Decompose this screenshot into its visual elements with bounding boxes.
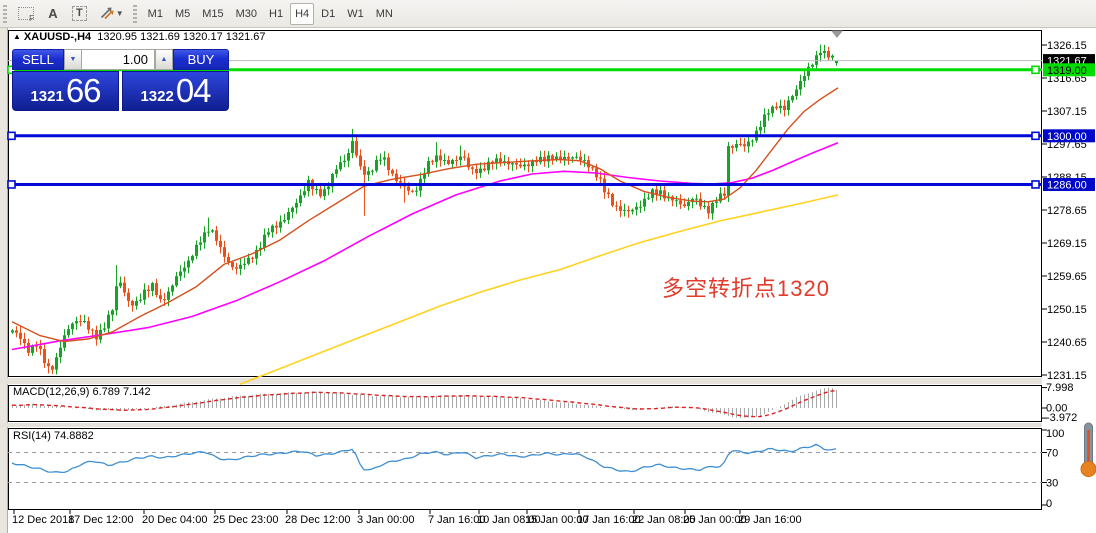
svg-text:3 Jan 00:00: 3 Jan 00:00 <box>357 514 415 526</box>
svg-text:28 Dec 12:00: 28 Dec 12:00 <box>285 514 350 526</box>
volume-input[interactable] <box>82 49 155 70</box>
svg-text:1269.15: 1269.15 <box>1047 238 1087 250</box>
symbol-ohlc-header: ▲ XAUUSD-,H4 1320.95 1321.69 1320.17 1321… <box>13 31 266 43</box>
collapse-panel-icon[interactable]: ▲ <box>13 32 21 41</box>
one-click-trading-panel: SELL ▼ ▲ BUY 1321 66 1322 04 <box>12 49 229 111</box>
svg-text:0: 0 <box>1046 498 1052 510</box>
svg-text:-3.972: -3.972 <box>1046 412 1077 424</box>
volume-decrease-button[interactable]: ▼ <box>64 49 82 70</box>
timeframe-button-d1[interactable]: D1 <box>316 3 340 25</box>
chevron-down-icon: ▼ <box>115 9 124 18</box>
timeframe-toolbar: M1 M5 M15 M30 H1 H4 D1 W1 MN <box>142 2 399 25</box>
svg-text:100: 100 <box>1046 428 1064 440</box>
chart-annotation-text: 多空转折点1320 <box>662 276 830 301</box>
timeframe-button-w1[interactable]: W1 <box>342 3 369 25</box>
label-a-button[interactable]: A <box>41 3 65 25</box>
svg-text:1240.65: 1240.65 <box>1047 337 1087 349</box>
symbol-label: XAUUSD-,H4 <box>23 31 92 43</box>
timeframe-button-m1[interactable]: M1 <box>143 3 168 25</box>
bid-price-big: 66 <box>65 72 102 109</box>
volume-increase-button[interactable]: ▲ <box>155 49 173 70</box>
sell-price-button[interactable]: 1321 66 <box>12 71 119 111</box>
timeframe-button-m5[interactable]: M5 <box>170 3 195 25</box>
toolbar-grip[interactable] <box>3 4 7 23</box>
toolbar: F A T ▼ M1 M5 M15 M30 H1 H4 D1 W1 MN <box>0 0 1096 28</box>
fibonacci-grid-button[interactable]: F <box>13 3 39 25</box>
buy-price-button[interactable]: 1322 04 <box>122 71 229 111</box>
svg-text:1231.15: 1231.15 <box>1047 370 1087 382</box>
svg-text:29 Jan 16:00: 29 Jan 16:00 <box>738 514 802 526</box>
svg-text:1319.00: 1319.00 <box>1047 65 1087 77</box>
fibonacci-grid-icon: F <box>18 7 34 23</box>
textbox-icon: T <box>72 6 87 21</box>
arrows-button[interactable]: ▼ <box>94 3 129 25</box>
svg-text:70: 70 <box>1046 448 1058 460</box>
svg-text:1278.65: 1278.65 <box>1047 205 1087 217</box>
ask-price-small: 1322 <box>140 88 174 105</box>
buy-button[interactable]: BUY <box>173 49 229 70</box>
svg-text:17 Dec 12:00: 17 Dec 12:00 <box>68 514 133 526</box>
macd-label: MACD(12,26,9) 6.789 7.142 <box>13 386 151 398</box>
svg-text:20 Dec 04:00: 20 Dec 04:00 <box>142 514 207 526</box>
svg-text:1286.00: 1286.00 <box>1047 180 1087 192</box>
timeframe-button-m15[interactable]: M15 <box>197 3 228 25</box>
textbox-button[interactable]: T <box>67 3 92 25</box>
timeframe-button-h4[interactable]: H4 <box>290 2 315 25</box>
svg-text:1300.00: 1300.00 <box>1047 131 1087 143</box>
svg-text:1307.15: 1307.15 <box>1047 106 1087 118</box>
svg-text:25 Dec 23:00: 25 Dec 23:00 <box>213 514 278 526</box>
svg-text:1250.15: 1250.15 <box>1047 304 1087 316</box>
svg-text:1326.15: 1326.15 <box>1047 40 1087 52</box>
svg-text:1259.65: 1259.65 <box>1047 271 1087 283</box>
svg-text:30: 30 <box>1046 478 1058 490</box>
svg-text:12 Dec 2018: 12 Dec 2018 <box>12 514 74 526</box>
bid-price-small: 1321 <box>30 88 64 105</box>
sell-button[interactable]: SELL <box>12 49 64 70</box>
ask-price-big: 04 <box>175 72 212 109</box>
svg-text:7.998: 7.998 <box>1046 382 1074 394</box>
arrows-icon <box>99 5 114 23</box>
toolbar-grip[interactable] <box>132 4 137 23</box>
rsi-label: RSI(14) 74.8882 <box>13 430 94 442</box>
mt4-window: 1326.151316.651307.151297.651288.151278.… <box>0 0 1096 533</box>
ohlc-values: 1320.95 1321.69 1320.17 1321.67 <box>97 31 266 43</box>
timeframe-button-h1[interactable]: H1 <box>264 3 288 25</box>
timeframe-button-mn[interactable]: MN <box>371 3 398 25</box>
label-a-icon: A <box>48 6 58 21</box>
timeframe-button-m30[interactable]: M30 <box>231 3 262 25</box>
